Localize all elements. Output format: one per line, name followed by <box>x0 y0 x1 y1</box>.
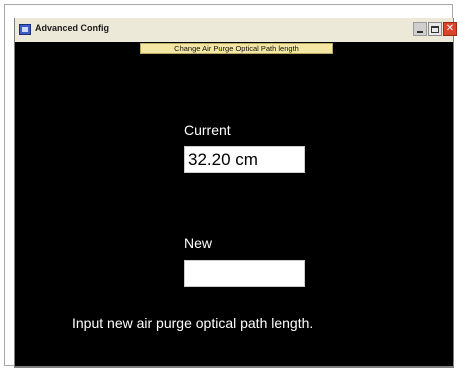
current-label: Current <box>184 122 231 138</box>
maximize-button[interactable] <box>428 22 442 36</box>
dialog-subtitle: Change Air Purge Optical Path length <box>140 43 333 54</box>
new-label: New <box>184 235 213 251</box>
minimize-button[interactable] <box>413 22 427 36</box>
maximize-icon <box>431 25 439 33</box>
advanced-config-window: Advanced Config ✕ Change Air Purge Optic… <box>14 18 457 368</box>
instruction-text: Input new air purge optical path length. <box>72 315 314 331</box>
title-bar[interactable]: Advanced Config ✕ <box>15 18 457 42</box>
window-bottom-edge <box>14 366 454 368</box>
minimize-icon <box>417 31 423 33</box>
close-icon: ✕ <box>445 23 455 34</box>
window-title: Advanced Config <box>35 23 110 33</box>
app-window-icon <box>19 24 31 35</box>
close-button[interactable]: ✕ <box>443 22 457 36</box>
current-value-field: 32.20 cm <box>184 146 305 173</box>
new-value-input[interactable] <box>184 260 305 287</box>
